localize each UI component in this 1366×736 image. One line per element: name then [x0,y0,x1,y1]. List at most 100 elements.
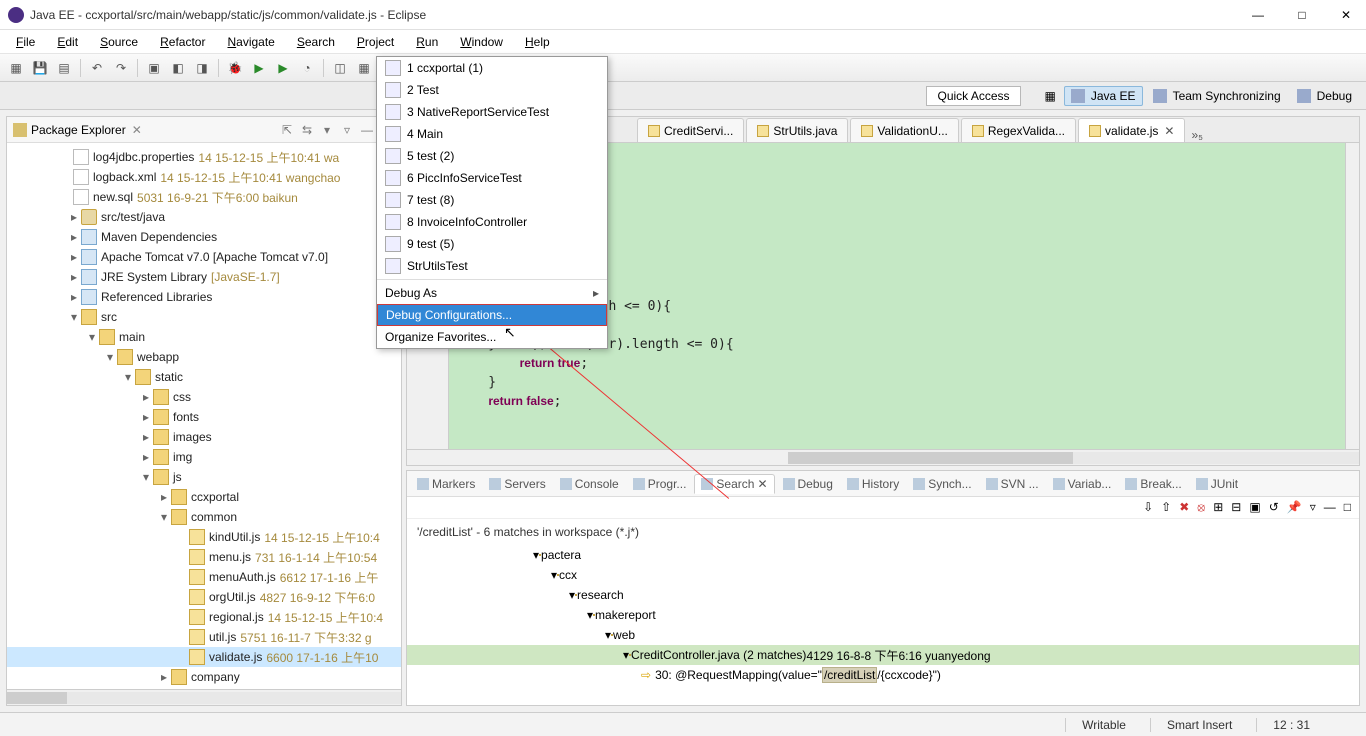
bottom-tab-history[interactable]: History [841,475,905,493]
expand-arrow-icon[interactable]: ▸ [67,270,81,284]
view-menu2-icon[interactable]: ▿ [1310,500,1316,515]
view-close-x[interactable]: ✕ [132,123,142,137]
debug-history-item[interactable]: 7 test (8) [377,189,607,211]
debug-history-item[interactable]: 4 Main [377,123,607,145]
minimize-view-icon[interactable]: — [359,122,375,138]
history-icon[interactable]: ↺ [1269,500,1279,515]
bottom-tab-svn[interactable]: SVN ... [980,475,1045,493]
search-tree-item[interactable]: ▾pactera [407,545,1359,565]
run-ext-icon[interactable]: ▶ [273,58,293,78]
menu-help[interactable]: Help [515,33,560,51]
tree-item[interactable]: ▸JRE System Library[JavaSE-1.7] [7,267,401,287]
tree-item[interactable]: menu.js731 16-1-14 上午10:54 [7,547,401,567]
debug-icon[interactable]: 🐞 [225,58,245,78]
vscrollbar[interactable] [1345,143,1359,449]
tree-item[interactable]: orgUtil.js4827 16-9-12 下午6:0 [7,587,401,607]
bottom-tab-servers[interactable]: Servers [483,475,551,493]
close-tab-icon[interactable]: ✕ [1164,124,1174,138]
more-tabs-icon[interactable]: »₅ [1191,128,1203,142]
tree-item[interactable]: ▸ccxportal [7,487,401,507]
menu-window[interactable]: Window [450,33,513,51]
expand-arrow-icon[interactable]: ▸ [139,450,153,464]
search-results-tree[interactable]: ▾pactera▾ccx▾research▾makereport▾web▾Cre… [407,545,1359,691]
menu-edit[interactable]: Edit [47,33,88,51]
coverage-icon[interactable]: ◔ [297,58,317,78]
build-icon[interactable]: ▣ [144,58,164,78]
tree-item[interactable]: ▾webapp [7,347,401,367]
bottom-tab-progr[interactable]: Progr... [627,475,693,493]
tree-item[interactable]: ▾static [7,367,401,387]
saveall-icon[interactable]: ▤ [54,58,74,78]
expand-arrow-icon[interactable]: ▾ [67,310,81,324]
remove-match-icon[interactable]: ✖ [1179,500,1189,515]
menu-run[interactable]: Run [406,33,448,51]
expand-arrow-icon[interactable]: ▾ [85,330,99,344]
expand-arrow-icon[interactable]: ▸ [157,670,171,684]
debug-history-item[interactable]: 3 NativeReportServiceTest [377,101,607,123]
debug-history-item[interactable]: 2 Test [377,79,607,101]
minview-icon[interactable]: — [1324,500,1336,515]
menu-refactor[interactable]: Refactor [150,33,215,51]
stop-icon[interactable]: ▣ [1249,500,1260,515]
debug-configurations-item[interactable]: Debug Configurations... [377,304,607,326]
search-tree-item[interactable]: ▾CreditController.java (2 matches) 4129 … [407,645,1359,665]
expand-arrow-icon[interactable]: ▸ [139,390,153,404]
perspective-java-ee[interactable]: Java EE [1064,86,1143,106]
collapse-all-icon[interactable]: ⇱ [279,122,295,138]
tree-item[interactable]: ▸css [7,387,401,407]
menu-navigate[interactable]: Navigate [217,33,284,51]
newclass-icon[interactable]: ◫ [330,58,350,78]
bottom-tab-console[interactable]: Console [554,475,625,493]
expand-arrow-icon[interactable]: ▾ [139,470,153,484]
file-item[interactable]: new.sql5031 16-9-21 下午6:00 baikun [7,187,401,207]
quick-access-button[interactable]: Quick Access [926,86,1020,106]
maxview-icon[interactable]: □ [1344,500,1351,515]
editor-hscrollbar[interactable] [407,449,1359,465]
expand-arrow-icon[interactable]: ▸ [67,230,81,244]
debug-history-item[interactable]: StrUtilsTest [377,255,607,277]
editor-tab[interactable]: StrUtils.java [746,118,848,142]
debug-history-item[interactable]: 9 test (5) [377,233,607,255]
expand-arrow-icon[interactable]: ▾ [157,510,171,524]
link-editor-icon[interactable]: ⇆ [299,122,315,138]
collapse-all-icon[interactable]: ⊟ [1231,500,1241,515]
search-tree-item[interactable]: ▾research [407,585,1359,605]
search-tree-item[interactable]: ▾makereport [407,605,1359,625]
package-tree[interactable]: log4jdbc.properties14 15-12-15 上午10:41 w… [7,143,401,689]
expand-arrow-icon[interactable]: ▾ [121,370,135,384]
bottom-tab-search[interactable]: Search ✕ [694,474,774,494]
tree-item[interactable]: kindUtil.js14 15-12-15 上午10:4 [7,527,401,547]
tree-item[interactable]: regional.js14 15-12-15 上午10:4 [7,607,401,627]
bottom-tab-synch[interactable]: Synch... [907,475,977,493]
tree-item[interactable]: ▸fonts [7,407,401,427]
expand-all-icon[interactable]: ⊞ [1213,500,1223,515]
debug-history-item[interactable]: 6 PiccInfoServiceTest [377,167,607,189]
expand-arrow-icon[interactable]: ▸ [157,490,171,504]
menu-source[interactable]: Source [90,33,148,51]
bottom-tab-debug[interactable]: Debug [777,475,839,493]
file-item[interactable]: log4jdbc.properties14 15-12-15 上午10:41 w… [7,147,401,167]
tree-item[interactable]: ▸Apache Tomcat v7.0 [Apache Tomcat v7.0] [7,247,401,267]
editor-tab[interactable]: RegexValida... [961,118,1076,142]
tree-item[interactable]: util.js5751 16-11-7 下午3:32 g [7,627,401,647]
organize-favorites-item[interactable]: Organize Favorites... [377,326,607,348]
menu-project[interactable]: Project [347,33,404,51]
tree-item[interactable]: ▸images [7,427,401,447]
run-icon[interactable]: ▶ [249,58,269,78]
debug-history-item[interactable]: 8 InvoiceInfoController [377,211,607,233]
perspective-debug[interactable]: Debug [1291,86,1358,106]
editor-tab[interactable]: validate.js✕ [1078,118,1185,142]
undo-icon[interactable]: ↶ [87,58,107,78]
menu-file[interactable]: File [6,33,45,51]
tree-item[interactable]: ▸src/test/java [7,207,401,227]
file-item[interactable]: logback.xml14 15-12-15 上午10:41 wangchao [7,167,401,187]
debug-history-item[interactable]: 1 ccxportal (1) [377,57,607,79]
expand-arrow-icon[interactable]: ▸ [67,250,81,264]
debug-as-item[interactable]: Debug As [377,282,607,304]
expand-arrow-icon[interactable]: ▸ [67,290,81,304]
next-match-icon[interactable]: ⇩ [1143,500,1153,515]
perspective-team-synchronizing[interactable]: Team Synchronizing [1147,86,1287,106]
search-tree-item[interactable]: ▾ccx [407,565,1359,585]
prev-match-icon[interactable]: ⇧ [1161,500,1171,515]
bottom-tab-junit[interactable]: JUnit [1190,475,1244,493]
